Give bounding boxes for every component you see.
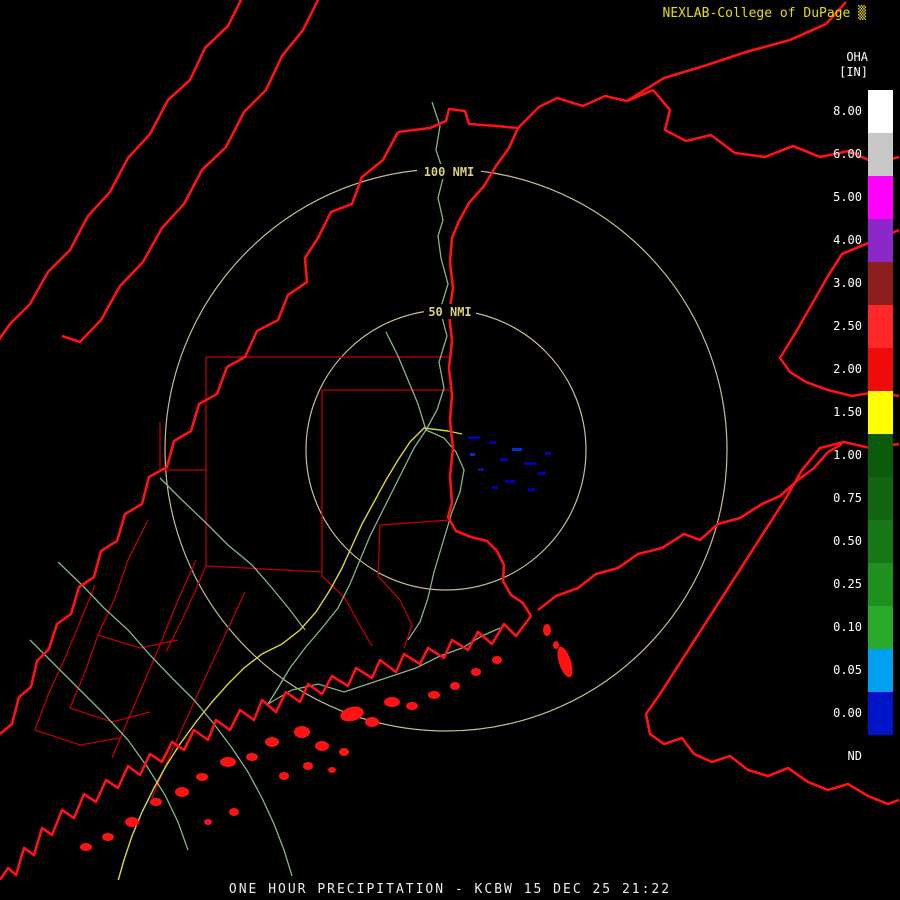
scale-level-label: 0.50 <box>833 534 862 548</box>
attribution-label: NEXLAB-College of DuPage <box>662 6 851 21</box>
scale-level-swatch <box>868 219 893 262</box>
radar-map: 100 NMI 50 NMI <box>0 0 900 882</box>
cod-logo-glyph: ▒ <box>858 6 866 21</box>
scale-level: 0.10 <box>816 606 893 649</box>
scale-level-label: ND <box>847 749 862 763</box>
precip-echo <box>478 468 484 471</box>
scale-level-label: 1.50 <box>833 405 862 419</box>
state-and-coast-boundaries <box>0 0 900 881</box>
scale-level-swatch <box>868 563 893 606</box>
precip-color-scale: 8.00 6.00 5.00 4.00 3.00 2.50 2.00 1.50 1.00 0.75… <box>816 90 893 778</box>
scale-level-label: 0.25 <box>833 577 862 591</box>
scale-level: 2.00 <box>816 348 893 391</box>
ring-label-100nmi: 100 NMI <box>424 165 475 179</box>
scale-level: 0.05 <box>816 649 893 692</box>
scale-level-label: 0.10 <box>833 620 862 634</box>
scale-level-label: 4.00 <box>833 233 862 247</box>
status-bar: ONE HOUR PRECIPITATION - KCBW 15 DEC 25 … <box>0 880 900 900</box>
scale-level-swatch <box>868 434 893 477</box>
attribution-text: NEXLAB-College of DuPage ▒ <box>663 6 867 21</box>
scale-level-label: 2.50 <box>833 319 862 333</box>
scale-level: 8.00 <box>816 90 893 133</box>
precip-echo <box>470 453 475 456</box>
precip-echo <box>505 480 515 483</box>
scale-level: 5.00 <box>816 176 893 219</box>
ring-label-50nmi: 50 NMI <box>428 305 471 319</box>
precip-echo <box>524 462 536 465</box>
scale-level: 0.50 <box>816 520 893 563</box>
product-code: OHA <box>846 50 868 64</box>
range-ring-100nmi <box>164 168 728 732</box>
range-ring-labels: 100 NMI 50 NMI <box>417 164 481 319</box>
scale-level: 1.50 <box>816 391 893 434</box>
scale-level-swatch <box>868 133 893 176</box>
scale-level-label: 0.05 <box>833 663 862 677</box>
scale-level: ND <box>816 735 893 778</box>
precip-echo <box>468 436 480 439</box>
highways <box>117 427 463 882</box>
rivers <box>29 101 501 877</box>
scale-level-label: 1.00 <box>833 448 862 462</box>
range-rings <box>164 168 728 732</box>
scale-level: 0.25 <box>816 563 893 606</box>
scale-level: 4.00 <box>816 219 893 262</box>
scale-level-swatch <box>868 692 893 735</box>
scale-level: 1.00 <box>816 434 893 477</box>
range-ring-50nmi <box>305 309 587 591</box>
scale-level-label: 6.00 <box>833 147 862 161</box>
scale-level-label: 5.00 <box>833 190 862 204</box>
precip-echoes <box>468 436 551 491</box>
scale-level-label: 3.00 <box>833 276 862 290</box>
precip-echo <box>538 472 546 475</box>
precip-echo <box>512 448 522 451</box>
scale-level-label: 0.75 <box>833 491 862 505</box>
scale-level-swatch <box>868 520 893 563</box>
scale-level: 2.50 <box>816 305 893 348</box>
scale-level-swatch <box>868 649 893 692</box>
scale-level-swatch <box>868 606 893 649</box>
scale-level-swatch <box>868 305 893 348</box>
scale-level-swatch <box>868 262 893 305</box>
precip-echo <box>500 458 508 461</box>
scale-level-swatch <box>868 391 893 434</box>
scale-level: 3.00 <box>816 262 893 305</box>
scale-level-swatch <box>868 176 893 219</box>
scale-level-label: 8.00 <box>833 104 862 118</box>
product-units: [IN] <box>839 65 868 79</box>
scale-level-swatch <box>868 477 893 520</box>
scale-level: 6.00 <box>816 133 893 176</box>
precip-echo <box>489 441 496 444</box>
radar-display: 100 NMI 50 NMI NEXLAB-College of DuPage … <box>0 0 900 900</box>
precip-echo <box>545 452 551 455</box>
scale-level-label: 2.00 <box>833 362 862 376</box>
scale-level-label: 0.00 <box>833 706 862 720</box>
precip-echo <box>528 488 535 491</box>
scale-level-swatch <box>868 348 893 391</box>
scale-level-swatch <box>868 90 893 133</box>
scale-level: 0.00 <box>816 692 893 735</box>
scale-level: 0.75 <box>816 477 893 520</box>
precip-echo <box>492 486 498 489</box>
